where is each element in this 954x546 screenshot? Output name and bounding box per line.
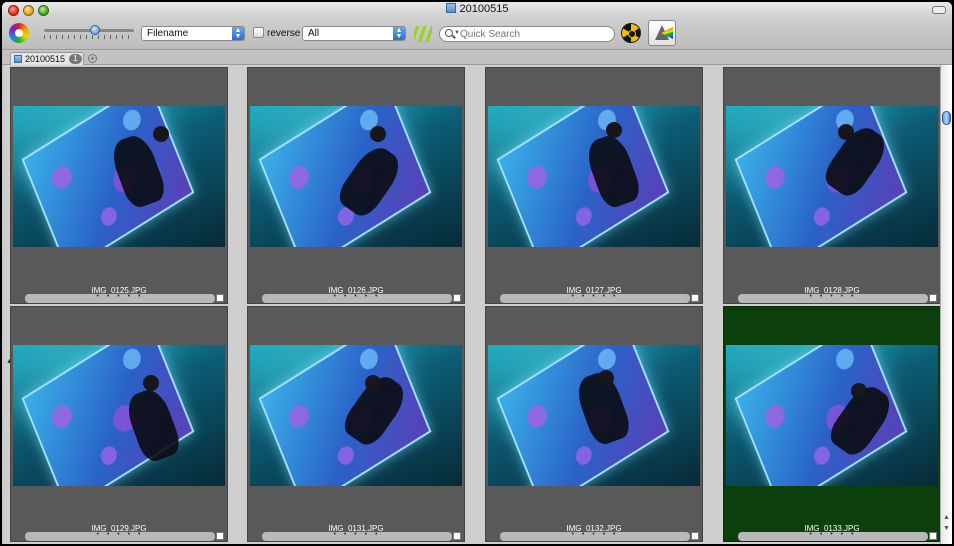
toolbar: Filename ▲ ▼ reverse All ▲ ▼ ▼ <box>2 18 952 50</box>
filter-select-value: All <box>308 28 320 39</box>
chevron-updown-icon: ▲ ▼ <box>232 27 244 40</box>
thumbnail-size-slider[interactable] <box>44 24 134 42</box>
toolbar-toggle-button[interactable] <box>932 6 946 14</box>
folder-icon <box>14 55 22 63</box>
slider-knob[interactable] <box>90 25 100 35</box>
scroll-down-arrow-icon[interactable]: ▼ <box>943 525 950 532</box>
select-checkbox[interactable] <box>929 532 937 540</box>
window-title-text: 20100515 <box>459 3 509 15</box>
sort-select-value: Filename <box>147 28 189 39</box>
rating-bar[interactable]: • • • • • <box>500 293 690 303</box>
rating-bar[interactable]: • • • • • <box>738 293 928 303</box>
photo-figure-head <box>370 126 386 142</box>
photo-figure-head <box>851 383 867 399</box>
thumbnail-image[interactable] <box>250 106 462 247</box>
search-input[interactable] <box>460 28 610 40</box>
rating-bar[interactable]: • • • • • <box>25 531 215 541</box>
thumbnail-cell[interactable]: IMG_0128.JPG • • • • • <box>723 67 941 304</box>
vertical-scrollbar[interactable]: ▲ ▼ <box>940 65 952 544</box>
rating-bar[interactable]: • • • • • <box>25 293 215 303</box>
thumbnail-cell[interactable]: IMG_0129.JPG • • • • • <box>10 306 228 542</box>
thumbnail-image[interactable] <box>726 106 938 247</box>
slider-track <box>44 29 134 32</box>
folder-icon <box>445 3 456 13</box>
rating-bar[interactable]: • • • • • <box>262 531 452 541</box>
color-wheel-icon[interactable] <box>9 23 29 43</box>
add-tab-button[interactable]: + <box>88 54 97 63</box>
slider-ticks <box>44 35 134 39</box>
select-checkbox[interactable] <box>453 294 461 302</box>
photo-figure-head <box>598 370 614 386</box>
photo-figure-head <box>153 126 169 142</box>
thumbnail-grid: ▲ IMG_0125.JPG• • • • •IMG_0126.JPG• • •… <box>4 65 941 544</box>
select-checkbox[interactable] <box>691 532 699 540</box>
thumbnail-cell[interactable]: IMG_0132.JPG • • • • • <box>485 306 703 542</box>
chevron-updown-icon: ▲ ▼ <box>393 27 405 40</box>
rating-bar[interactable]: • • • • • <box>738 531 928 541</box>
select-checkbox[interactable] <box>929 294 937 302</box>
tab-label: 20100515 <box>25 54 66 64</box>
photo-figure-head <box>365 375 381 391</box>
select-checkbox[interactable] <box>691 294 699 302</box>
select-checkbox[interactable] <box>216 532 224 540</box>
tab-count-badge: 1 <box>69 54 82 64</box>
reverse-label: reverse <box>267 28 301 39</box>
tab-20100515[interactable]: 20100515 1 <box>10 52 84 65</box>
filter-select[interactable]: All ▲ ▼ <box>302 26 406 41</box>
thumbnail-cell[interactable]: IMG_0127.JPG • • • • • <box>485 67 703 304</box>
rating-bar[interactable]: • • • • • <box>262 293 452 303</box>
stripes-icon[interactable] <box>414 26 432 42</box>
photo-figure-head <box>143 375 159 391</box>
photo-figure-head <box>606 122 622 138</box>
photo-figure-head <box>838 124 854 140</box>
prism-button[interactable] <box>648 20 676 46</box>
select-checkbox[interactable] <box>453 532 461 540</box>
radiation-icon[interactable] <box>621 23 641 43</box>
thumbnail-cell[interactable]: IMG_0131.JPG • • • • • <box>247 306 465 542</box>
thumbnail-image[interactable] <box>488 345 700 486</box>
tab-bar: 20100515 1 + <box>2 51 952 65</box>
search-icon <box>445 29 453 37</box>
thumbnail-image[interactable] <box>250 345 462 486</box>
reverse-checkbox[interactable] <box>253 27 264 38</box>
thumbnail-image[interactable] <box>726 345 938 486</box>
thumbnail-image[interactable] <box>13 345 225 486</box>
thumbnail-image[interactable] <box>13 106 225 247</box>
sort-select[interactable]: Filename ▲ ▼ <box>141 26 245 41</box>
select-checkbox[interactable] <box>216 294 224 302</box>
search-field[interactable]: ▼ <box>439 26 615 42</box>
scroll-thumb[interactable] <box>942 111 951 125</box>
title-bar: 20100515 <box>2 2 952 18</box>
thumbnail-cell[interactable]: IMG_0133.JPG • • • • • <box>723 306 941 542</box>
thumbnail-image[interactable] <box>488 106 700 247</box>
thumbnail-cell[interactable]: IMG_0125.JPG • • • • • <box>10 67 228 304</box>
window-title: 20100515 <box>2 3 952 15</box>
app-window: 20100515 Filename▲▼ reverse All▲▼ ▼ 2010… <box>2 2 952 544</box>
thumbnail-cell[interactable]: IMG_0126.JPG • • • • • <box>247 67 465 304</box>
scroll-up-arrow-icon[interactable]: ▲ <box>943 514 950 521</box>
rating-bar[interactable]: • • • • • <box>500 531 690 541</box>
